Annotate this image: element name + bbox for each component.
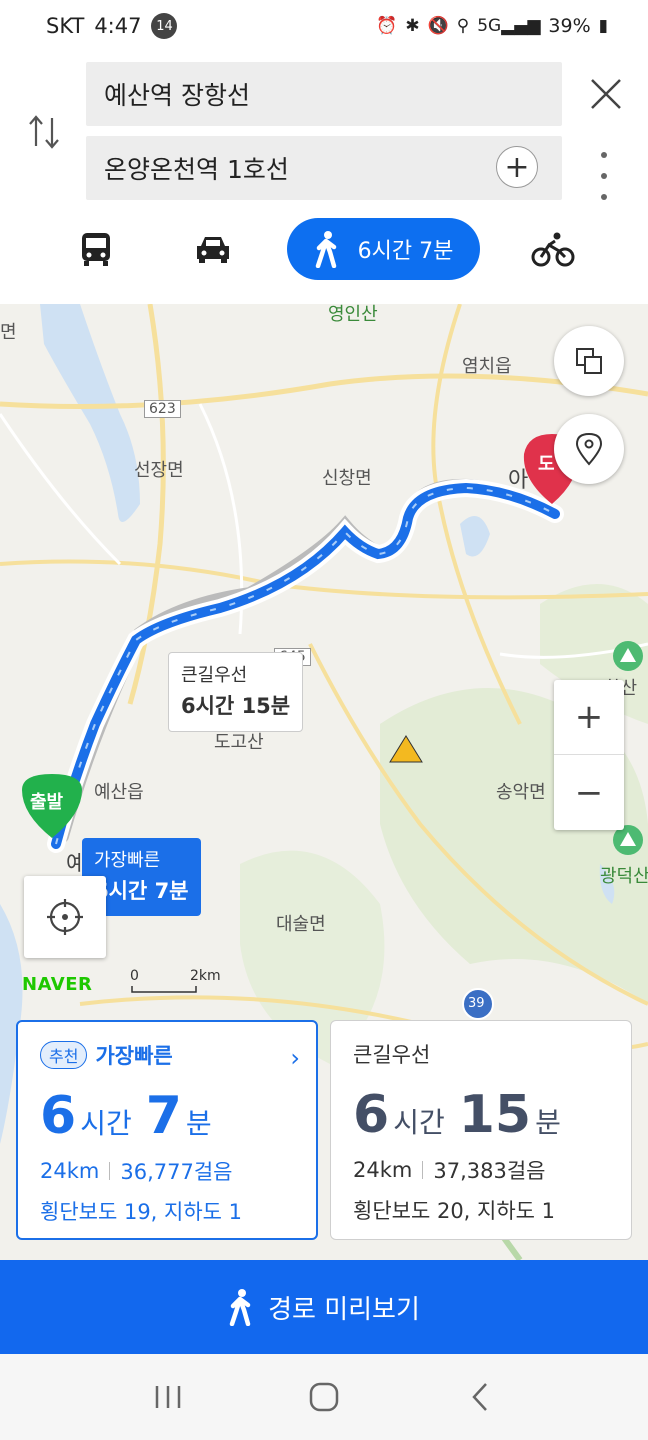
route-minutes: 15	[458, 1085, 532, 1145]
destination-text: 온양온천역 1호선	[104, 155, 289, 184]
route-distance: 24km	[40, 1159, 100, 1183]
route-minutes: 7	[145, 1086, 182, 1146]
home-icon	[309, 1382, 339, 1412]
zoom-in-button[interactable]: +	[554, 680, 624, 755]
car-tab[interactable]	[190, 218, 236, 280]
back-icon	[472, 1383, 487, 1411]
close-icon[interactable]	[584, 72, 628, 116]
map-label-daesul: 대술면	[276, 914, 326, 935]
recent-apps-button[interactable]	[138, 1367, 198, 1427]
more-options-icon[interactable]	[594, 152, 614, 200]
bike-tab[interactable]	[530, 218, 576, 280]
transport-mode-tabs: 6시간 7분	[0, 218, 648, 280]
route-623-badge: 623	[144, 400, 181, 418]
bicycle-icon	[531, 232, 575, 267]
zoom-out-button[interactable]: −	[554, 755, 624, 830]
route-hours-unit: 시간	[80, 1107, 132, 1140]
notification-count-badge: 14	[151, 13, 178, 39]
map-label-yesan-eup: 예산읍	[94, 782, 144, 803]
chevron-right-icon[interactable]: ›	[290, 1044, 300, 1072]
walk-tab[interactable]: 6시간 7분	[287, 218, 480, 280]
scale-zero: 0	[130, 968, 139, 984]
route-steps: 36,777걸음	[120, 1160, 233, 1184]
home-button[interactable]	[294, 1367, 354, 1427]
route-minutes-unit: 분	[535, 1106, 561, 1139]
carrier-label: SKT	[46, 14, 85, 38]
alarm-icon: ⏰	[376, 16, 398, 36]
route-title: 큰길우선	[353, 1043, 431, 1067]
route-crossings: 횡단보도 20, 지하도 1	[353, 1199, 556, 1223]
map-layers-button[interactable]	[554, 326, 624, 396]
bus-icon	[82, 233, 110, 266]
walk-icon	[315, 231, 336, 268]
walk-tab-label: 6시간 7분	[357, 239, 454, 264]
car-icon	[197, 237, 229, 263]
alt-route-tooltip-time: 6시간 15분	[181, 694, 291, 718]
layers-icon	[576, 348, 602, 374]
crosshair-icon	[47, 899, 83, 935]
route-hours: 6	[353, 1085, 390, 1145]
route-preview-button[interactable]: 경로 미리보기	[0, 1260, 648, 1354]
route-card-main-road[interactable]: 큰길우선 6 시간 15 분 24km 37,383걸음 횡단보도 20, 지하…	[330, 1020, 632, 1240]
map-label-asan: 아	[508, 468, 529, 493]
location-pin-button[interactable]	[554, 414, 624, 484]
recent-apps-icon	[155, 1386, 181, 1408]
naver-logo: NAVER	[22, 974, 93, 995]
scale-2km: 2km	[190, 968, 221, 984]
status-bar: SKT 4:47 14 ⏰ ✱ 🔇 ⚲ 5G▂▄▆ 39% ▮	[0, 0, 648, 52]
route-distance: 24km	[353, 1158, 413, 1182]
route-search-header: 예산역 장항선 온양온천역 1호선 + 6시간 7분	[0, 52, 648, 304]
recommended-badge: 추천	[40, 1041, 88, 1069]
route-preview-label: 경로 미리보기	[268, 1294, 420, 1325]
mute-icon: 🔇	[427, 16, 449, 36]
map-label-yeonginsan: 영인산	[328, 304, 378, 325]
alt-route-tooltip-title: 큰길우선	[181, 665, 248, 686]
current-location-button[interactable]	[24, 876, 106, 958]
walk-icon	[229, 1289, 251, 1326]
location-icon: ⚲	[456, 16, 470, 36]
divider	[109, 1162, 111, 1180]
fast-route-tooltip-title: 가장빠른	[94, 850, 161, 871]
swap-icon[interactable]	[24, 110, 64, 154]
map-label-gwangdeoksan: 광덕산	[600, 866, 648, 887]
route-minutes-unit: 분	[185, 1107, 212, 1140]
zoom-controls: + −	[554, 680, 624, 830]
route-card-fastest[interactable]: 추천 가장빠른 › 6 시간 7 분 24km 36,777걸음 횡단보도 19…	[16, 1020, 318, 1240]
pin-icon	[575, 432, 603, 466]
map-label-seonjang: 선장면	[134, 460, 184, 481]
map-label-sinchang: 신창면	[322, 468, 372, 489]
destination-field[interactable]: 온양온천역 1호선 +	[86, 136, 562, 200]
divider	[422, 1161, 424, 1179]
map-label-edge-myeon: 면	[0, 322, 17, 343]
signal-5g-icon: 5G▂▄▆	[477, 16, 541, 36]
route-crossings: 횡단보도 19, 지하도 1	[40, 1200, 243, 1224]
route-title: 가장빠른	[95, 1044, 173, 1068]
route-39-badge: 39	[468, 996, 485, 1011]
system-navigation-bar	[0, 1354, 648, 1440]
end-marker[interactable]: 도	[538, 450, 555, 476]
map-label-yeomchi: 염치읍	[462, 356, 512, 377]
alt-route-tooltip[interactable]: 큰길우선 6시간 15분	[168, 652, 304, 732]
bluetooth-icon: ✱	[405, 16, 420, 36]
route-steps: 37,383걸음	[433, 1159, 546, 1183]
bus-tab[interactable]	[74, 218, 118, 280]
back-button[interactable]	[450, 1367, 510, 1427]
add-waypoint-button[interactable]: +	[496, 146, 538, 188]
clock: 4:47	[94, 14, 142, 38]
battery-percent: 39%	[548, 15, 591, 37]
battery-icon: ▮	[598, 16, 608, 36]
route-hours: 6	[40, 1086, 77, 1146]
route-hours-unit: 시간	[393, 1106, 445, 1139]
origin-field[interactable]: 예산역 장항선	[86, 62, 562, 126]
fast-route-tooltip-time: 6시간 7분	[94, 879, 189, 903]
map-label-songak: 송악면	[496, 782, 546, 803]
start-marker[interactable]: 출발	[30, 788, 63, 814]
